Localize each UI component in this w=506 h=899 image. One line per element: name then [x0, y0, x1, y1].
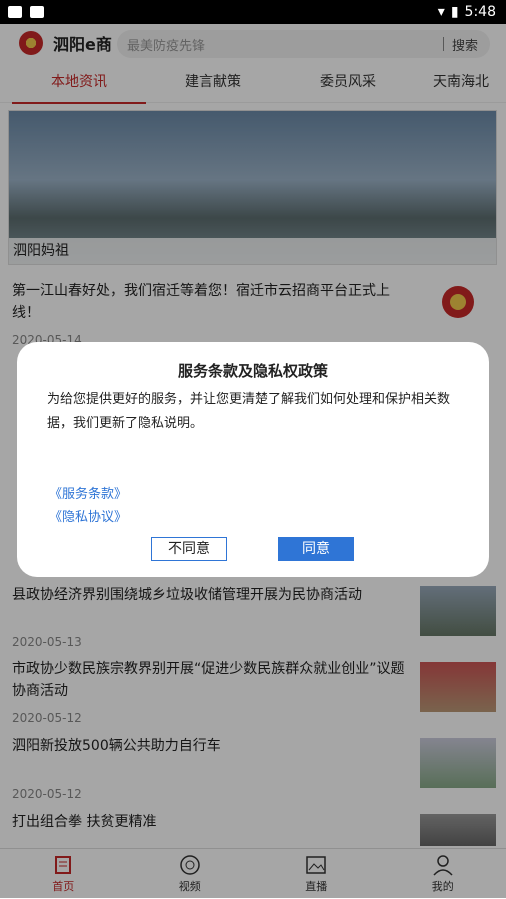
wifi-icon: ▾: [438, 4, 445, 20]
dialog-title: 服务条款及隐私权政策: [17, 360, 489, 381]
status-bar: ▾ ▮ 5:48: [0, 0, 506, 24]
privacy-link[interactable]: 《隐私协议》: [49, 506, 127, 525]
decline-button[interactable]: 不同意: [151, 537, 227, 561]
notification-icon: [30, 6, 44, 18]
battery-icon: ▮: [451, 4, 459, 20]
printer-icon: [8, 6, 22, 18]
status-time: 5:48: [465, 4, 496, 20]
terms-link[interactable]: 《服务条款》: [49, 483, 127, 502]
dialog-body: 为给您提供更好的服务，并让您更清楚了解我们如何处理和保护相关数据，我们更新了隐私…: [47, 388, 459, 436]
agree-button[interactable]: 同意: [278, 537, 354, 561]
privacy-dialog: 服务条款及隐私权政策 为给您提供更好的服务，并让您更清楚了解我们如何处理和保护相…: [17, 342, 489, 577]
